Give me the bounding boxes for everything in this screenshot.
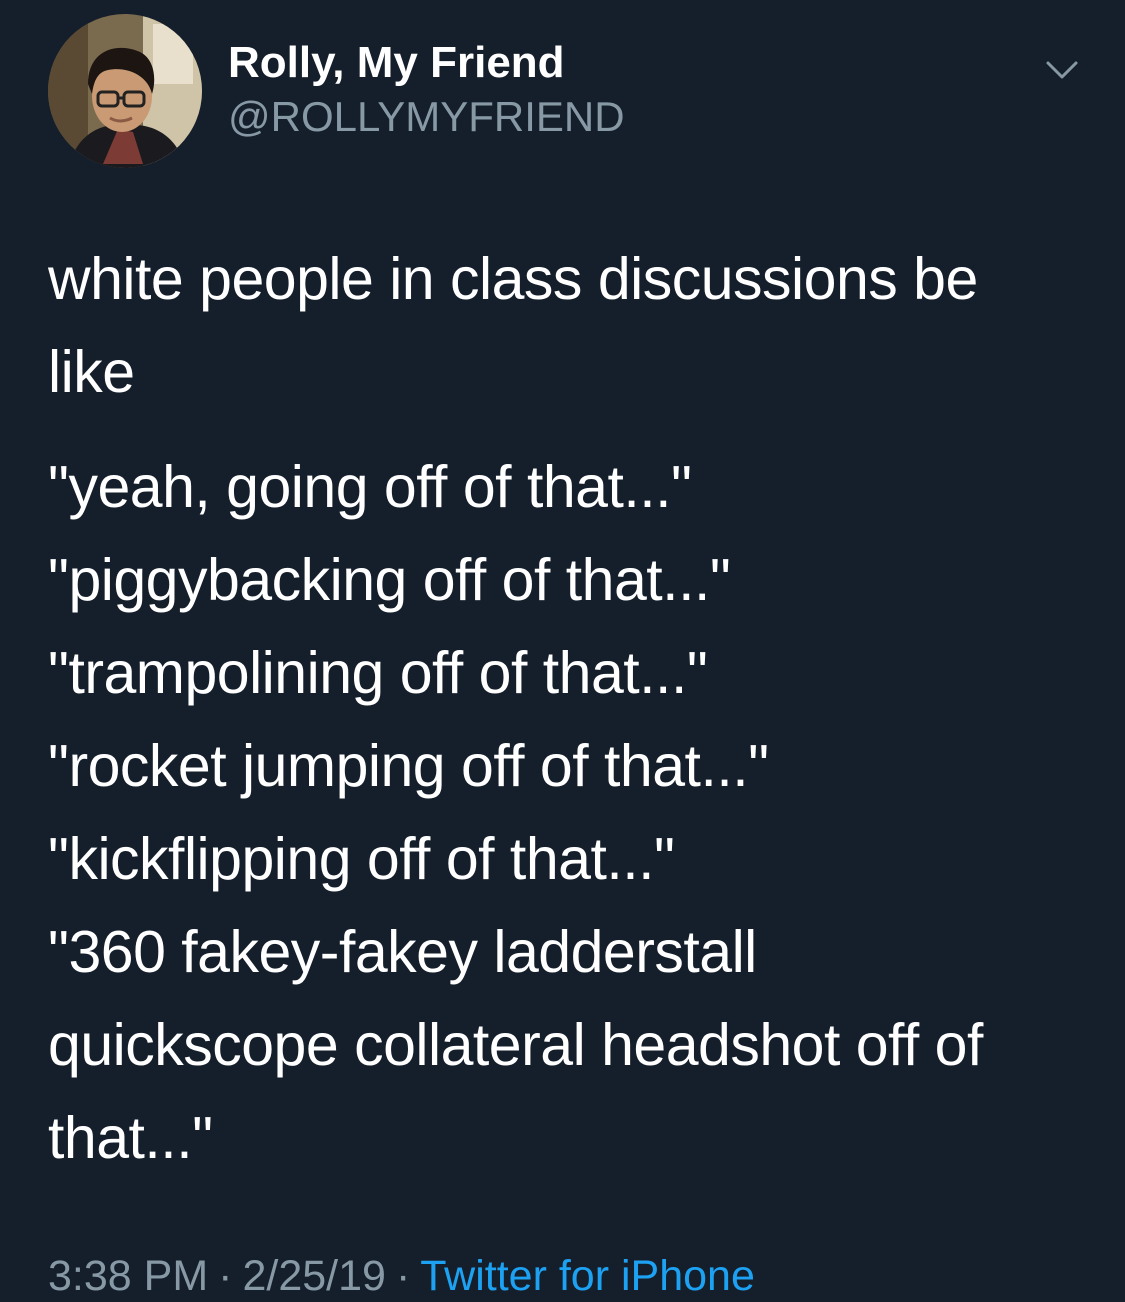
tweet-card: Rolly, My Friend @ROLLYMYFRIEND white pe… [0,0,1125,1300]
avatar[interactable] [48,14,202,168]
tweet-line: "yeah, going off of that..." [48,454,692,520]
tweet-line: white people in class discussions be [48,246,978,312]
tweet-source-link[interactable]: Twitter for iPhone [420,1252,755,1300]
tweet-line: like [48,339,135,405]
author-name[interactable]: Rolly, My Friend [228,36,565,90]
tweet-time[interactable]: 3:38 PM [48,1252,208,1300]
tweet-text: white people in class discussions be lik… [48,233,1088,1185]
tweet-line: "piggybacking off of that..." [48,547,731,613]
tweet-meta: 3:38 PM · 2/25/19 · Twitter for iPhone [48,1250,755,1302]
meta-separator: · [395,1252,411,1300]
tweet-line: "trampolining off of that..." [48,640,708,706]
tweet-line: "kickflipping off of that..." [48,826,675,892]
author-handle[interactable]: @ROLLYMYFRIEND [228,92,625,142]
tweet-line: "rocket jumping off of that..." [48,733,769,799]
tweet-date[interactable]: 2/25/19 [242,1252,385,1300]
tweet-line: that..." [48,1105,213,1171]
chevron-down-icon[interactable] [1040,52,1084,88]
tweet-line: "360 fakey-fakey ladderstall [48,919,757,985]
meta-separator: · [218,1252,233,1300]
profile-photo [48,14,202,168]
tweet-line: quickscope collateral headshot off of [48,1012,983,1078]
